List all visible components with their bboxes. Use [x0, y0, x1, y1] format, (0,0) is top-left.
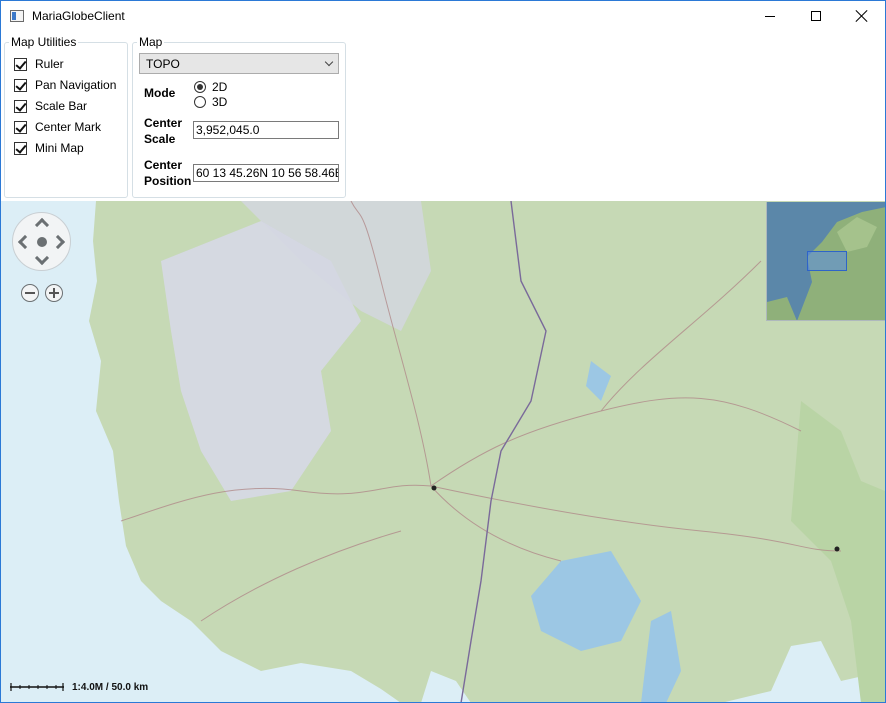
- nav-right-icon[interactable]: [50, 234, 66, 250]
- checkbox-center-mark-box[interactable]: [14, 120, 27, 134]
- minimize-button[interactable]: [747, 1, 793, 31]
- radio-3d-circle[interactable]: [194, 96, 206, 108]
- mini-map[interactable]: [766, 202, 885, 321]
- radio-2d-circle[interactable]: [194, 81, 206, 93]
- zoom-out-icon[interactable]: [21, 284, 39, 302]
- chevron-down-icon: [324, 57, 334, 67]
- nav-down-icon[interactable]: [34, 250, 50, 266]
- mode-label: Mode: [144, 86, 176, 100]
- scale-bar-text: 1:4.0M / 50.0 km: [72, 681, 149, 693]
- scale-bar: 1:4.0M / 50.0 km: [10, 681, 148, 693]
- scale-bar-checkbox[interactable]: Scale Bar: [14, 98, 87, 114]
- map-canvas: [1, 201, 885, 702]
- center-scale-label-line1: Center: [144, 116, 183, 130]
- nav-up-icon[interactable]: [34, 217, 50, 233]
- pan-navigation-control[interactable]: [12, 212, 71, 271]
- checkbox-ruler-box[interactable]: [14, 57, 27, 71]
- pan-navigation-label: Pan Navigation: [35, 78, 117, 92]
- maximize-button[interactable]: [793, 1, 839, 31]
- scale-bar-label: Scale Bar: [35, 99, 88, 113]
- center-scale-input[interactable]: 3,952,045.0: [193, 121, 339, 139]
- center-position-label-line1: Center: [144, 158, 183, 172]
- nav-left-icon[interactable]: [17, 234, 33, 250]
- ruler-checkbox[interactable]: Ruler: [14, 56, 64, 72]
- app-icon: [10, 10, 24, 22]
- app-window: MariaGlobeClient Map Utilities Ruler Pan…: [0, 0, 886, 703]
- mode-2d-label: 2D: [212, 80, 228, 94]
- maximize-icon: [811, 11, 821, 21]
- map-layer-dropdown[interactable]: TOPO: [139, 53, 339, 74]
- nav-center-icon[interactable]: [37, 237, 47, 247]
- center-scale-label-line2: Scale: [144, 132, 176, 146]
- map-layer-selected: TOPO: [146, 57, 180, 71]
- mini-map-extent-box[interactable]: [807, 251, 847, 271]
- map-utilities-legend: Map Utilities: [9, 35, 79, 49]
- center-mark-checkbox[interactable]: Center Mark: [14, 119, 101, 135]
- checkbox-pan-navigation-box[interactable]: [14, 78, 27, 92]
- close-button[interactable]: [839, 1, 885, 31]
- window-title: MariaGlobeClient: [32, 9, 125, 23]
- mini-map-label: Mini Map: [35, 141, 84, 155]
- mode-2d-radio[interactable]: 2D: [194, 80, 227, 94]
- pan-navigation-checkbox[interactable]: Pan Navigation: [14, 77, 116, 93]
- title-bar: MariaGlobeClient: [1, 1, 885, 31]
- checkbox-scale-bar-box[interactable]: [14, 99, 27, 113]
- center-position-label-line2: Position: [144, 174, 192, 188]
- ruler-label: Ruler: [35, 57, 64, 71]
- mode-3d-radio[interactable]: 3D: [194, 95, 227, 109]
- checkbox-mini-map-box[interactable]: [14, 141, 27, 155]
- zoom-in-icon[interactable]: [45, 284, 63, 302]
- close-icon: [856, 10, 868, 22]
- map-view[interactable]: [1, 201, 885, 702]
- minimize-icon: [765, 15, 775, 17]
- center-mark-label: Center Mark: [35, 120, 102, 134]
- map-settings-legend: Map: [137, 35, 165, 49]
- mode-3d-label: 3D: [212, 95, 228, 109]
- center-position-input[interactable]: 60 13 45.26N 10 56 58.46E: [193, 164, 339, 182]
- mini-map-checkbox[interactable]: Mini Map: [14, 140, 84, 156]
- scale-bar-ruler-icon: [10, 683, 64, 691]
